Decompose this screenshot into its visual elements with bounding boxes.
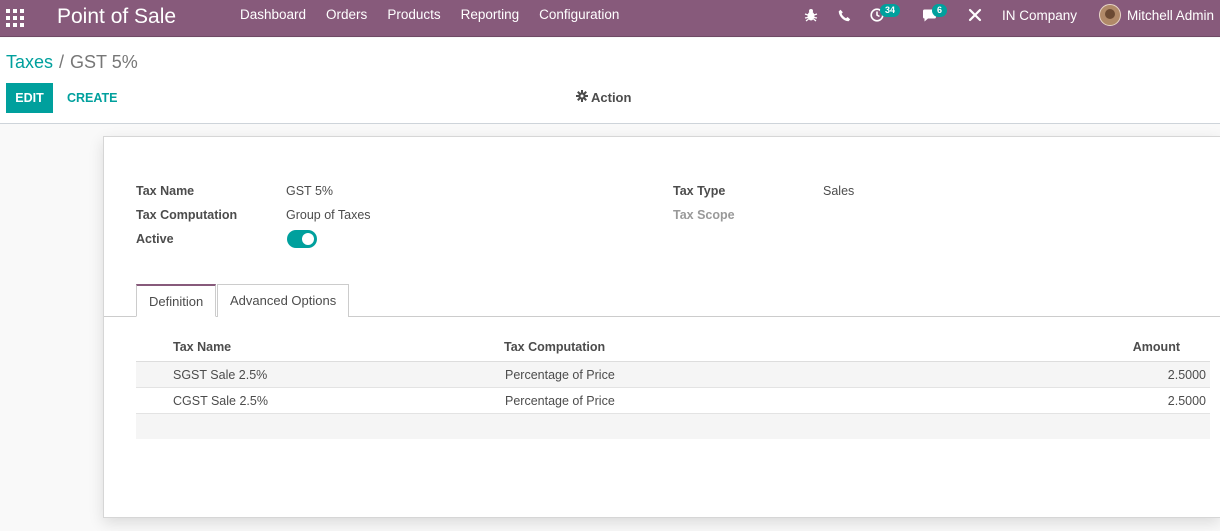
activity-badge: 34 <box>880 4 901 17</box>
table-header: Tax Name Tax Computation Amount <box>136 334 1210 362</box>
avatar <box>1099 4 1121 26</box>
main-menu: Dashboard Orders Products Reporting Conf… <box>230 0 629 37</box>
column-header-tax-name[interactable]: Tax Name <box>173 340 231 354</box>
tax-type-label: Tax Type <box>673 184 726 198</box>
edit-button[interactable]: EDIT <box>6 83 53 113</box>
row-tax-computation: Percentage of Price <box>505 368 615 382</box>
toggle-knob <box>302 233 314 245</box>
tax-type-value: Sales <box>823 184 855 198</box>
tax-name-label: Tax Name <box>136 184 195 198</box>
tax-computation-value: Group of Taxes <box>286 208 371 222</box>
control-panel: Taxes / GST 5% EDIT CREATE Action <box>0 38 1220 124</box>
tab-definition[interactable]: Definition <box>136 284 217 317</box>
children-tax-table: Tax Name Tax Computation Amount SGST Sal… <box>136 334 1210 439</box>
tools-icon[interactable] <box>968 0 982 30</box>
message-badge: 6 <box>932 4 948 17</box>
active-toggle[interactable] <box>287 230 317 248</box>
systray: 34 6 IN Company Mitchell Admin <box>790 0 1220 37</box>
top-navbar: Point of Sale Dashboard Orders Products … <box>0 0 1220 37</box>
menu-item-orders[interactable]: Orders <box>316 0 377 37</box>
app-title[interactable]: Point of Sale <box>57 3 176 31</box>
tax-scope-label: Tax Scope <box>673 208 735 222</box>
breadcrumb: Taxes / GST 5% <box>6 51 138 73</box>
menu-item-dashboard[interactable]: Dashboard <box>230 0 316 37</box>
row-tax-name: SGST Sale 2.5% <box>173 368 268 382</box>
gear-icon <box>576 90 591 105</box>
table-row[interactable]: SGST Sale 2.5% Percentage of Price 2.500… <box>136 362 1210 388</box>
menu-item-configuration[interactable]: Configuration <box>529 0 629 37</box>
company-switcher[interactable]: IN Company <box>1002 0 1077 30</box>
apps-grid-icon[interactable] <box>6 9 24 27</box>
breadcrumb-taxes-link[interactable]: Taxes <box>6 52 53 72</box>
table-row[interactable]: CGST Sale 2.5% Percentage of Price 2.500… <box>136 388 1210 414</box>
tab-advanced-options[interactable]: Advanced Options <box>217 284 350 317</box>
phone-icon[interactable] <box>838 0 851 30</box>
menu-item-products[interactable]: Products <box>377 0 450 37</box>
breadcrumb-current: GST 5% <box>70 52 138 72</box>
tax-name-value: GST 5% <box>286 184 334 198</box>
column-header-amount[interactable]: Amount <box>1133 340 1180 354</box>
user-menu[interactable]: Mitchell Admin <box>1099 0 1214 30</box>
bug-icon[interactable] <box>804 0 818 30</box>
action-dropdown[interactable]: Action <box>576 90 631 105</box>
form-sheet: Tax Name GST 5% Tax Computation Group of… <box>103 136 1220 518</box>
row-tax-computation: Percentage of Price <box>505 394 615 408</box>
row-tax-name: CGST Sale 2.5% <box>173 394 268 408</box>
tax-computation-label: Tax Computation <box>136 208 238 222</box>
empty-row <box>136 414 1210 439</box>
row-amount: 2.5000 <box>1167 394 1206 408</box>
user-name: Mitchell Admin <box>1127 7 1215 23</box>
row-amount: 2.5000 <box>1167 368 1206 382</box>
column-header-tax-computation[interactable]: Tax Computation <box>504 340 605 354</box>
active-label: Active <box>136 232 174 246</box>
create-button[interactable]: CREATE <box>60 83 124 113</box>
action-label: Action <box>591 90 632 105</box>
breadcrumb-separator: / <box>59 52 65 72</box>
menu-item-reporting[interactable]: Reporting <box>451 0 530 37</box>
notebook-tabs: Definition Advanced Options <box>104 284 1220 317</box>
